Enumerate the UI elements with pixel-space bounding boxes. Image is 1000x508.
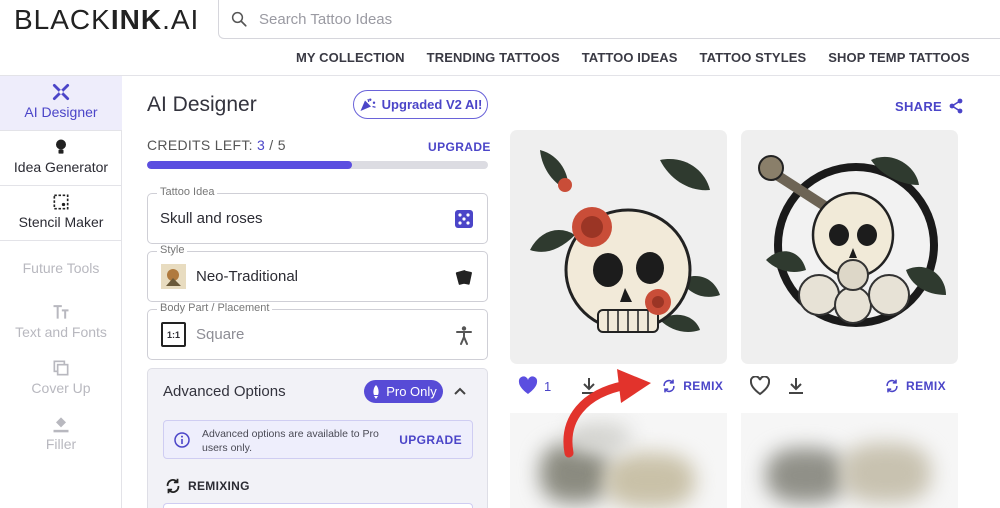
sidebar-item-text-and-fonts: Text and Fonts: [0, 302, 122, 340]
lightbulb-icon: [56, 139, 66, 154]
tattoo-image-card[interactable]: [741, 130, 958, 364]
text-icon: [53, 305, 69, 319]
like-count: 1: [544, 378, 552, 394]
search-bar[interactable]: [218, 0, 1000, 39]
cover-up-icon: [53, 360, 69, 376]
swatches-icon[interactable]: [454, 267, 474, 287]
info-icon: [174, 432, 190, 448]
chevron-up-icon[interactable]: [453, 384, 467, 398]
credits-progress-fill: [147, 161, 352, 169]
credits-progress-bar: [147, 161, 488, 169]
stencil-icon: [53, 194, 69, 210]
card-actions: REMIX: [750, 376, 946, 396]
remix-icon: [663, 379, 675, 393]
pro-only-badge[interactable]: Pro Only: [364, 380, 443, 403]
pro-only-label: Pro Only: [386, 384, 437, 399]
party-popper-icon: [360, 98, 376, 111]
paint-bucket-icon: [53, 417, 69, 433]
nav-tattoo-styles[interactable]: TATTOO STYLES: [700, 50, 807, 65]
tattoo-image-card[interactable]: [510, 130, 727, 364]
page-title: AI Designer: [147, 93, 257, 116]
top-nav: MY COLLECTION TRENDING TATTOOS TATTOO ID…: [296, 50, 970, 65]
download-icon[interactable]: [786, 376, 806, 396]
annotation-arrow: [563, 369, 651, 458]
sidebar-item-idea-generator[interactable]: Idea Generator: [0, 131, 122, 186]
info-upgrade-link[interactable]: UPGRADE: [399, 433, 462, 447]
pro-info-box: Advanced options are available to Pro us…: [163, 420, 473, 459]
rocket-icon: [373, 384, 379, 399]
logo[interactable]: BLACKINK.AI: [14, 4, 199, 36]
sidebar-item-stencil-maker[interactable]: Stencil Maker: [0, 186, 122, 241]
sidebar-item-label: Cover Up: [31, 380, 91, 396]
advanced-options-panel: Advanced Options Pro Only Advanced optio…: [147, 368, 488, 508]
credits-left: CREDITS LEFT: 3 / 5: [147, 137, 286, 153]
remixing-label: REMIXING: [188, 479, 250, 493]
skull-roses-tattoo-image: [530, 150, 720, 333]
style-field[interactable]: Style Neo-Traditional: [147, 244, 488, 302]
nav-trending-tattoos[interactable]: TRENDING TATTOOS: [427, 50, 560, 65]
credits-used: 3: [257, 137, 266, 153]
nav-my-collection[interactable]: MY COLLECTION: [296, 50, 405, 65]
blurred-tattoo-card[interactable]: [741, 413, 958, 508]
placement-value[interactable]: Square: [196, 326, 244, 343]
remix-icon: [886, 379, 898, 393]
heart-filled-icon[interactable]: [518, 376, 538, 396]
field-label: Tattoo Idea: [157, 186, 218, 198]
aspect-ratio-icon: 1:1: [161, 322, 186, 347]
search-icon: [231, 11, 247, 27]
credits-label: CREDITS LEFT:: [147, 137, 253, 153]
sidebar: AI Designer Idea Generator Stencil Maker…: [0, 76, 122, 508]
heart-outline-icon[interactable]: [750, 376, 770, 396]
logo-text-black: BLACK: [14, 4, 111, 35]
remix-icon: [166, 478, 180, 494]
upgrade-link[interactable]: UPGRADE: [428, 140, 491, 154]
skull-roses-tattoo-image: [758, 155, 946, 327]
remix-input[interactable]: [163, 503, 473, 508]
search-input[interactable]: [259, 8, 859, 30]
field-label: Body Part / Placement: [157, 302, 273, 314]
nav-tattoo-ideas[interactable]: TATTOO IDEAS: [582, 50, 678, 65]
remixing-heading: REMIXING: [164, 477, 250, 495]
person-icon[interactable]: [454, 325, 474, 345]
remix-button[interactable]: REMIX: [661, 378, 723, 394]
header-divider: [0, 75, 1000, 76]
sidebar-item-ai-designer[interactable]: AI Designer: [0, 76, 122, 131]
style-value[interactable]: Neo-Traditional: [196, 268, 298, 285]
upgraded-v2-badge[interactable]: Upgraded V2 AI!: [353, 90, 488, 119]
sidebar-item-label: Stencil Maker: [18, 214, 104, 230]
remix-button[interactable]: REMIX: [884, 378, 946, 394]
field-label: Style: [157, 244, 188, 256]
advanced-options-title[interactable]: Advanced Options: [163, 383, 286, 400]
dice-icon[interactable]: [454, 209, 474, 229]
nav-shop-temp-tattoos[interactable]: SHOP TEMP TATTOOS: [828, 50, 969, 65]
sidebar-item-cover-up: Cover Up: [0, 358, 122, 396]
sidebar-item-label: Idea Generator: [13, 159, 109, 175]
remix-label: REMIX: [906, 379, 947, 393]
share-label: SHARE: [895, 98, 943, 114]
tattoo-idea-field[interactable]: Tattoo Idea Skull and roses: [147, 186, 488, 244]
credits-separator: /: [265, 137, 278, 153]
share-button[interactable]: SHARE: [895, 98, 964, 114]
tattoo-idea-value[interactable]: Skull and roses: [160, 210, 263, 227]
sidebar-item-label: Text and Fonts: [15, 324, 107, 340]
placement-field[interactable]: Body Part / Placement 1:1 Square: [147, 302, 488, 360]
sidebar-item-label: Filler: [45, 436, 77, 452]
sidebar-item-label: AI Designer: [24, 104, 98, 120]
brush-pencil-icon: [52, 83, 70, 101]
future-tools-heading: Future Tools: [22, 260, 100, 276]
remix-label: REMIX: [683, 379, 724, 393]
share-icon: [949, 98, 963, 114]
badge-label: Upgraded V2 AI!: [381, 97, 483, 112]
credits-total: 5: [277, 137, 286, 153]
style-thumbnail-icon: [161, 264, 186, 289]
info-text: Advanced options are available to Pro us…: [202, 428, 379, 454]
sidebar-item-filler: Filler: [0, 414, 122, 452]
logo-text-ink: INK: [110, 4, 163, 35]
logo-text-ai: .AI: [162, 4, 200, 35]
